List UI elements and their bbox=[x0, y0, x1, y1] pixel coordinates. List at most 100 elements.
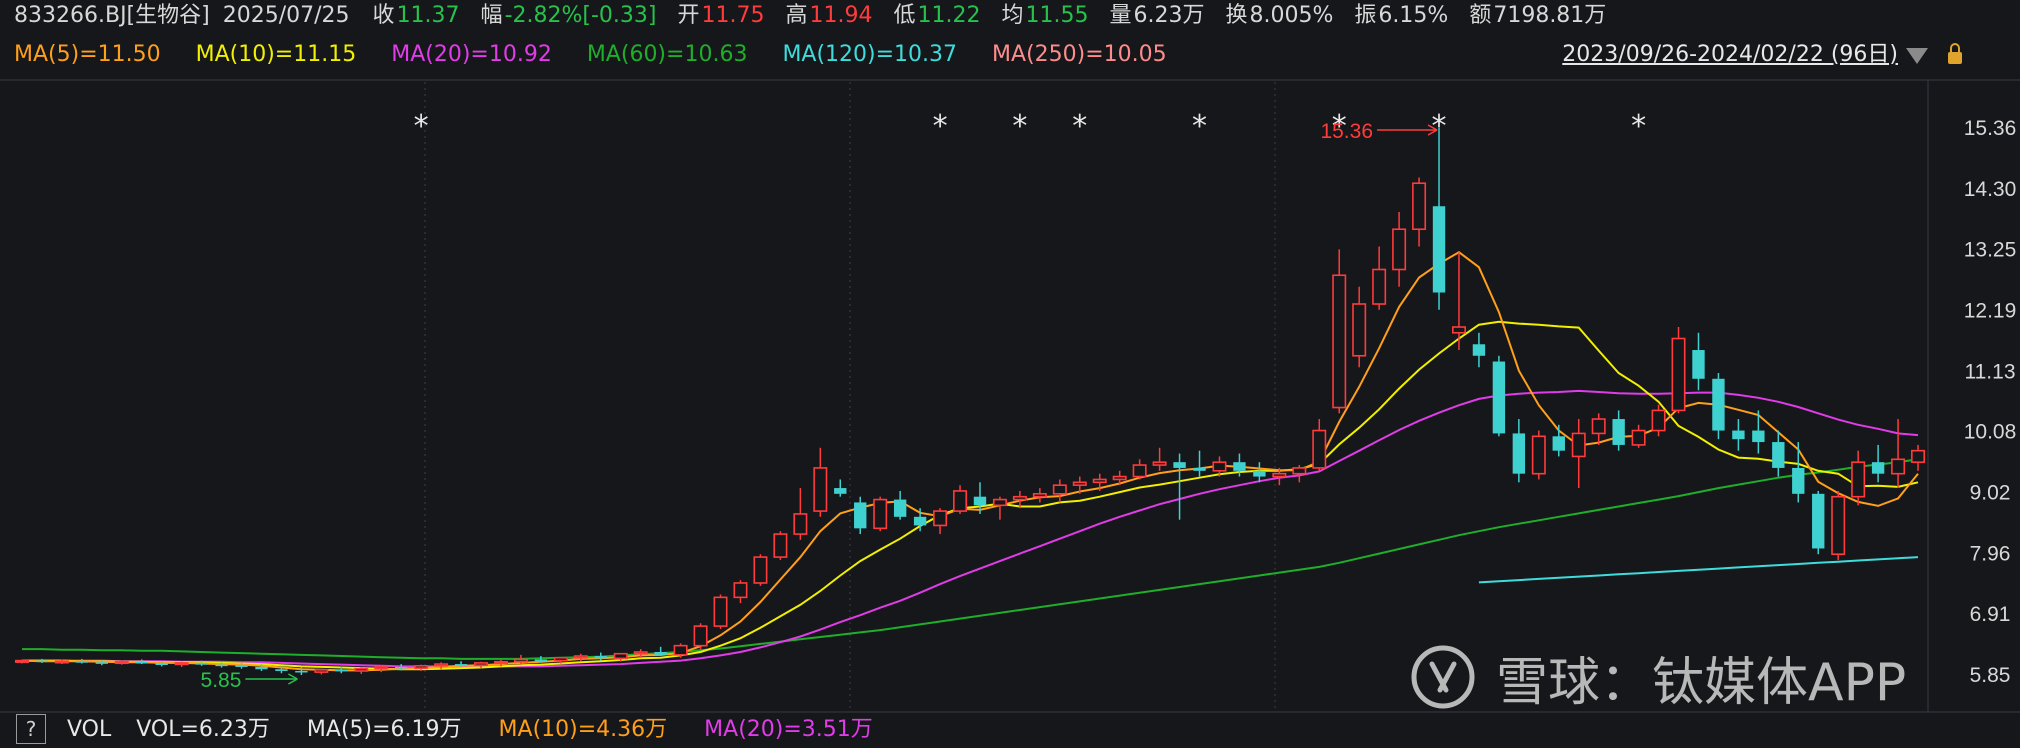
candle-body-up bbox=[174, 662, 189, 666]
candle-body-down bbox=[1492, 361, 1506, 434]
candle-body-down bbox=[215, 664, 228, 667]
candle-body-down bbox=[1712, 378, 1725, 431]
candle-body-down bbox=[255, 666, 268, 670]
chart-markers: * * * * * * * *15.365.85 bbox=[201, 109, 1647, 692]
high-marker-label: 15.36 bbox=[1320, 120, 1373, 143]
candle-body-up bbox=[1112, 475, 1127, 481]
vol-label[interactable]: VOL bbox=[67, 717, 111, 742]
candle-body-up bbox=[1392, 228, 1407, 271]
candle-body-down bbox=[1792, 467, 1805, 494]
event-star-icon: * bbox=[1432, 109, 1447, 144]
candle-body-up bbox=[1032, 493, 1047, 498]
candle-body-up bbox=[474, 662, 489, 667]
y-tick-label: 10.08 bbox=[1964, 421, 2017, 444]
candle-body-up bbox=[434, 663, 449, 667]
candle-body-up bbox=[1911, 449, 1926, 463]
candle-body-down bbox=[913, 516, 927, 526]
candle-body-up bbox=[992, 498, 1007, 507]
candle-body-up bbox=[1631, 429, 1646, 446]
candle-body-up bbox=[1831, 495, 1846, 556]
candle-body-up bbox=[374, 666, 389, 670]
y-tick-label: 14.30 bbox=[1964, 178, 2017, 201]
volume-legend: ? VOL VOL=6.23万 MA(5)=6.19万 MA(10)=4.36万… bbox=[0, 712, 903, 748]
candle-body-up bbox=[1092, 478, 1107, 484]
candle-body-down bbox=[155, 663, 168, 665]
candle-body-up bbox=[1212, 461, 1227, 472]
y-tick-label: 6.91 bbox=[1970, 603, 2011, 626]
candle-body-up bbox=[1412, 182, 1427, 231]
candle-body-up bbox=[953, 490, 968, 512]
event-star-icon: * bbox=[414, 109, 429, 144]
candle-body-up bbox=[1891, 458, 1906, 475]
candle-body-down bbox=[1472, 344, 1486, 356]
candle-body-up bbox=[1851, 461, 1866, 498]
candle-body-down bbox=[654, 651, 667, 655]
vol-value: VOL=6.23万 bbox=[136, 717, 270, 742]
event-star-icon: * bbox=[1192, 109, 1207, 144]
candle-body-down bbox=[95, 662, 108, 664]
candle-body-up bbox=[1272, 472, 1287, 478]
candle-body-up bbox=[354, 667, 369, 672]
candle-body-down bbox=[1752, 430, 1765, 443]
candle-body-down bbox=[35, 660, 49, 663]
candle-body-up bbox=[733, 582, 748, 599]
candle-body-down bbox=[973, 496, 987, 506]
candle-body-up bbox=[573, 655, 588, 659]
candle-body-up bbox=[673, 644, 688, 656]
help-button[interactable]: ? bbox=[16, 714, 46, 744]
candle-body-down bbox=[1732, 430, 1745, 440]
candle-body-up bbox=[933, 510, 948, 527]
candle-body-down bbox=[1772, 442, 1785, 468]
candle-body-down bbox=[135, 661, 148, 664]
event-star-icon: * bbox=[1631, 109, 1646, 144]
candle-body-down bbox=[1512, 433, 1526, 474]
ma5-line bbox=[21, 251, 1919, 672]
candle-body-down bbox=[295, 670, 308, 673]
candle-body-up bbox=[414, 664, 429, 669]
event-star-icon: * bbox=[933, 109, 948, 144]
candle-body-down bbox=[454, 664, 468, 666]
candle-body-up bbox=[613, 652, 628, 660]
candle-body-up bbox=[1152, 461, 1167, 466]
candle-body-up bbox=[1651, 409, 1666, 432]
y-tick-label: 13.25 bbox=[1964, 238, 2017, 261]
candle-body-up bbox=[513, 658, 528, 663]
candle-body-down bbox=[1871, 462, 1885, 474]
price-axis: 15.36 14.30 13.25 12.19 11.13 10.08 9.02 7.96 6.… bbox=[1964, 117, 2017, 687]
candle-body-up bbox=[1132, 464, 1147, 478]
candle-body-down bbox=[1193, 467, 1206, 471]
candle-body-down bbox=[893, 499, 907, 517]
watermark-text: 雪球：钛媒体APP bbox=[1496, 653, 1907, 713]
kline-chart[interactable]: 15.36 14.30 13.25 12.19 11.13 10.08 9.02 7.96 6.… bbox=[0, 0, 2020, 748]
candle-body-up bbox=[713, 596, 728, 627]
y-tick-label: 12.19 bbox=[1964, 299, 2017, 322]
candle-body-up bbox=[1012, 495, 1027, 501]
candle-body-down bbox=[195, 662, 208, 665]
candle-body-up bbox=[493, 660, 508, 665]
candle-body-up bbox=[1332, 274, 1347, 409]
candle-body-up bbox=[553, 656, 568, 662]
candle-body-down bbox=[1692, 350, 1705, 379]
candle-body-down bbox=[75, 661, 89, 663]
candle-body-down bbox=[854, 502, 867, 529]
candle-body-up bbox=[1072, 481, 1087, 486]
candle-body-down bbox=[1253, 470, 1266, 477]
ma60-line bbox=[22, 458, 1919, 660]
y-tick-label: 9.02 bbox=[1970, 482, 2011, 505]
event-star-icon: * bbox=[1072, 109, 1087, 144]
y-tick-label: 5.85 bbox=[1970, 664, 2011, 687]
event-star-icon: * bbox=[1012, 109, 1027, 144]
candle-body-down bbox=[1173, 462, 1186, 468]
candle-body-up bbox=[793, 513, 808, 535]
ma-lines bbox=[21, 251, 1919, 672]
candle-body-down bbox=[395, 666, 408, 669]
candle-body-up bbox=[1571, 432, 1586, 458]
candle-body-up bbox=[114, 660, 129, 665]
candle-body-up bbox=[753, 556, 768, 584]
candle-body-up bbox=[813, 467, 828, 512]
candle-body-up bbox=[1292, 467, 1307, 475]
candle-body-down bbox=[594, 656, 607, 659]
candle-body-down bbox=[335, 669, 348, 672]
candle-body-down bbox=[275, 669, 288, 671]
vol-ma5: MA(5)=6.19万 bbox=[306, 717, 462, 742]
